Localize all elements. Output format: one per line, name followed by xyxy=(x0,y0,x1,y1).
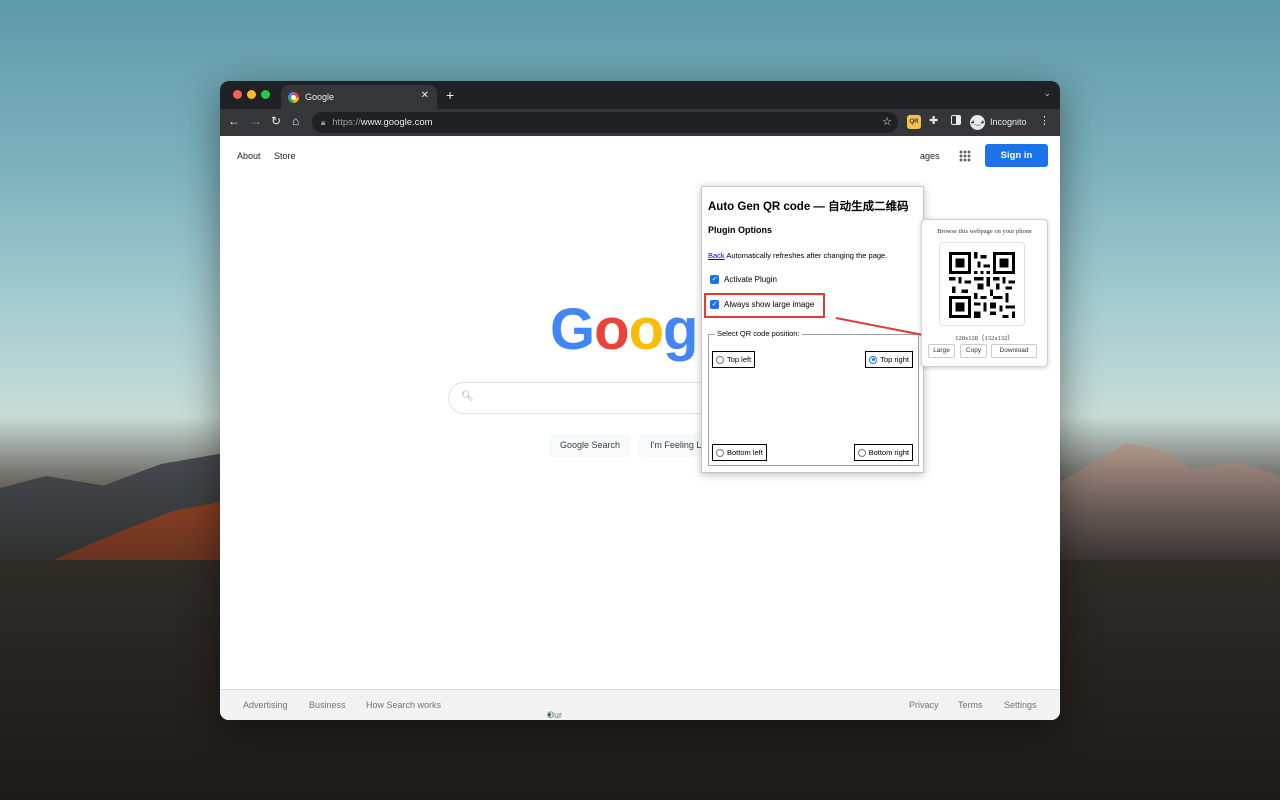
position-top-right-radio[interactable]: Top right xyxy=(865,351,913,368)
search-icon: 🔍︎ xyxy=(461,391,474,402)
home-icon[interactable]: ⌂ xyxy=(292,114,299,128)
url-scheme: https:// xyxy=(332,117,361,128)
position-bottom-left-radio[interactable]: Bottom left xyxy=(712,444,767,461)
tab-google[interactable]: Google ✕ xyxy=(281,85,437,109)
page-content: About Store ages Sign in Googl 🔍︎ Google… xyxy=(220,136,1060,720)
qr-size-label: 128x128（132x132） xyxy=(955,335,1014,342)
close-window-button[interactable] xyxy=(233,90,242,99)
checkbox-checked-icon[interactable]: ✓ xyxy=(710,275,719,284)
back-arrow-icon[interactable]: ← xyxy=(228,114,240,128)
footer-how-search-works-link[interactable]: How Search works xyxy=(366,700,441,710)
apps-grid-icon[interactable] xyxy=(959,150,971,162)
store-link[interactable]: Store xyxy=(274,151,296,161)
footer-terms-link[interactable]: Terms xyxy=(958,700,983,710)
always-large-label: Always show large image xyxy=(724,300,815,309)
incognito-avatar-icon[interactable]: ◕‿◕ xyxy=(970,115,985,130)
extensions-puzzle-icon[interactable]: ✚ xyxy=(929,114,938,127)
close-tab-icon[interactable]: ✕ xyxy=(421,90,429,101)
qr-extension-icon[interactable]: QR xyxy=(907,115,921,129)
tab-strip: Google ✕ + ⌄ xyxy=(220,81,1060,109)
qr-caption: Browse this webpage on your phone xyxy=(937,228,1032,235)
qr-frame xyxy=(939,242,1025,326)
logo-letter: g xyxy=(663,297,698,362)
radio-selected-icon[interactable] xyxy=(869,355,878,364)
position-bottom-right-radio[interactable]: Bottom right xyxy=(853,444,913,461)
activate-plugin-checkbox[interactable]: ✓ Activate Plugin xyxy=(710,275,777,284)
radio-empty-icon[interactable] xyxy=(857,448,866,457)
url-host: www.google.com xyxy=(360,117,433,128)
images-link[interactable]: ages xyxy=(920,151,940,161)
footer-settings-link[interactable]: Settings xyxy=(1004,700,1037,710)
google-favicon-icon xyxy=(288,91,299,103)
browser-window: Google ✕ + ⌄ ← → ↻ ⌂ 🔒︎ https://www.goog… xyxy=(220,81,1060,720)
sign-in-button[interactable]: Sign in xyxy=(985,144,1048,167)
incognito-label[interactable]: Incognito xyxy=(990,117,1027,127)
qr-code-panel: Browse this webpage on your phone 128x12… xyxy=(921,219,1048,367)
footer-privacy-link[interactable]: Privacy xyxy=(909,700,939,710)
lock-icon[interactable]: 🔒︎ xyxy=(321,118,325,128)
kebab-menu-icon[interactable]: ⋮ xyxy=(1039,114,1050,127)
qr-copy-button[interactable]: Copy xyxy=(960,344,987,358)
back-row: Back Automatically refreshes after chang… xyxy=(708,251,887,260)
position-top-left-radio[interactable]: Top left xyxy=(712,351,756,368)
climate-text: Our third decade of climate action: join… xyxy=(547,710,563,720)
about-link[interactable]: About xyxy=(237,151,261,161)
forward-arrow-icon[interactable]: → xyxy=(250,114,262,128)
minimize-window-button[interactable] xyxy=(247,90,256,99)
new-tab-button[interactable]: + xyxy=(446,87,454,103)
google-logo: Googl xyxy=(550,296,714,363)
always-large-checkbox[interactable]: ✓ Always show large image xyxy=(710,300,814,309)
reload-icon[interactable]: ↻ xyxy=(271,114,281,128)
back-link[interactable]: Back xyxy=(708,251,725,260)
background-mountain-right xyxy=(1060,443,1280,560)
browser-toolbar: ← → ↻ ⌂ 🔒︎ https://www.google.com ☆ QR ✚… xyxy=(220,109,1060,136)
back-note: Automatically refreshes after changing t… xyxy=(726,251,888,260)
qr-code-image xyxy=(949,252,1015,318)
position-legend: Select QR code position: xyxy=(715,329,802,338)
footer-business-link[interactable]: Business xyxy=(309,700,346,710)
maximize-window-button[interactable] xyxy=(261,90,270,99)
popup-title: Auto Gen QR code — 自动生成二维码 xyxy=(708,201,909,213)
qr-large-button[interactable]: Large xyxy=(928,344,955,358)
tab-search-chevron-icon[interactable]: ⌄ xyxy=(1043,88,1051,99)
tab-title: Google xyxy=(305,92,335,102)
position-bottom-left-label: Bottom left xyxy=(727,448,763,457)
radio-empty-icon[interactable] xyxy=(716,355,724,364)
logo-letter: o xyxy=(628,297,664,362)
footer-advertising-link[interactable]: Advertising xyxy=(243,700,288,710)
page-footer: Advertising Business How Search works ● O… xyxy=(220,689,1060,720)
position-top-right-label: Top right xyxy=(880,355,909,364)
activate-plugin-label: Activate Plugin xyxy=(724,275,777,284)
google-search-button[interactable]: Google Search xyxy=(549,433,631,457)
position-fieldset: Select QR code position: Top left Top ri… xyxy=(708,329,919,466)
checkbox-checked-icon[interactable]: ✓ xyxy=(710,300,719,309)
bookmark-star-icon[interactable]: ☆ xyxy=(882,115,892,128)
popup-subtitle: Plugin Options xyxy=(708,225,772,235)
logo-letter: G xyxy=(550,297,595,362)
position-bottom-right-label: Bottom right xyxy=(868,448,909,457)
qr-download-button[interactable]: Download xyxy=(991,344,1037,358)
logo-letter: o xyxy=(594,297,629,362)
radio-empty-icon[interactable] xyxy=(716,448,724,457)
side-panel-icon[interactable] xyxy=(951,115,961,125)
address-bar[interactable]: 🔒︎ https://www.google.com ☆ xyxy=(312,112,898,133)
position-top-left-label: Top left xyxy=(727,355,752,364)
